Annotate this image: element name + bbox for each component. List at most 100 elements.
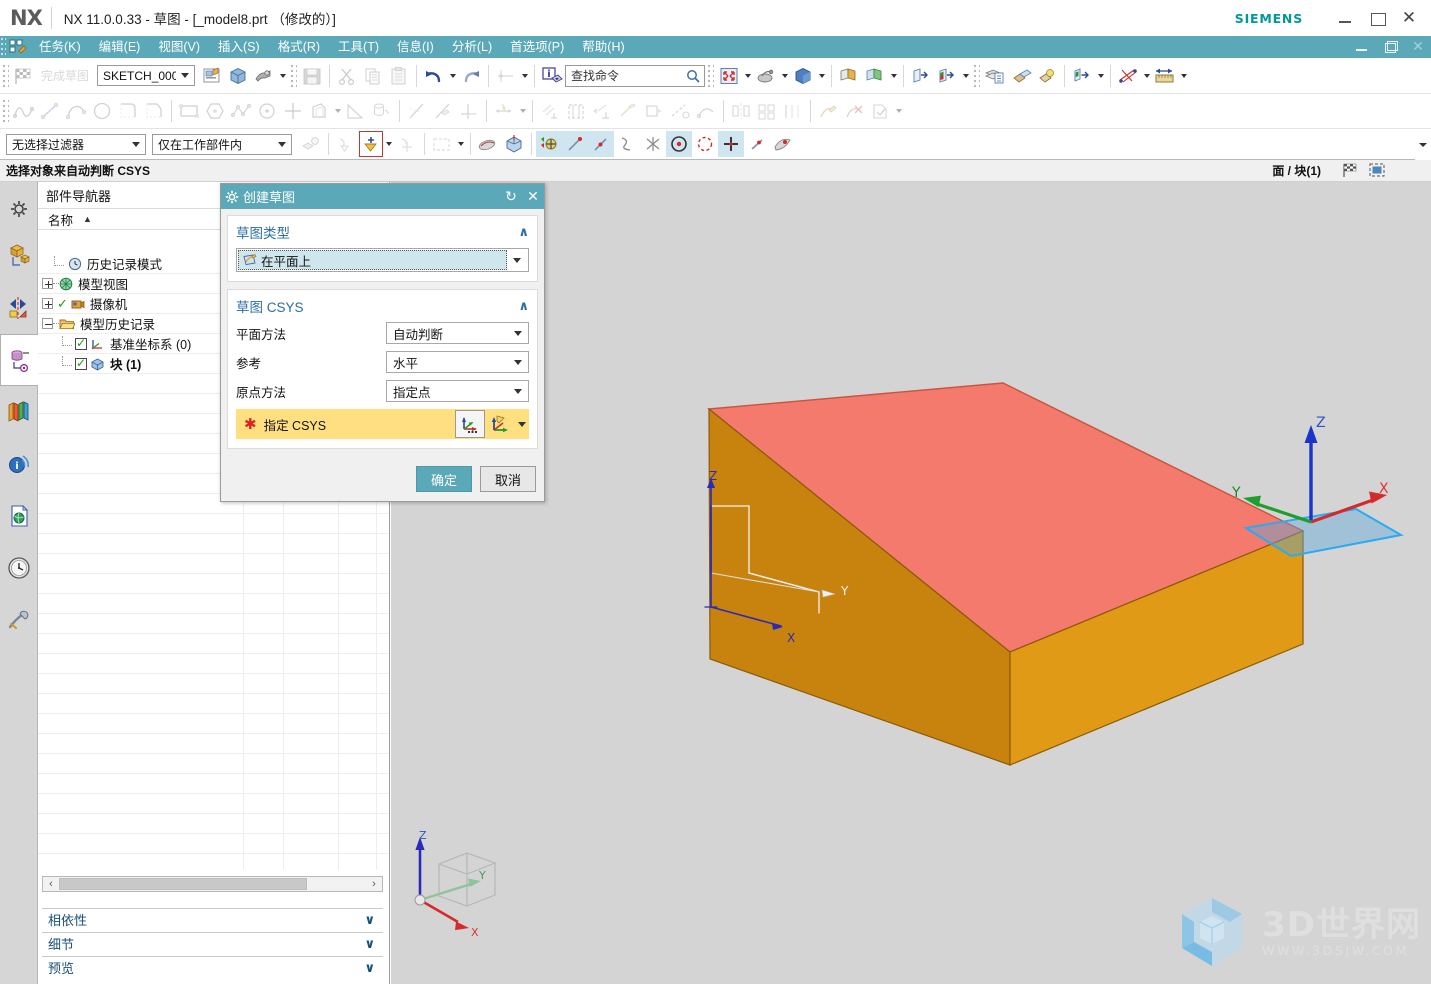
select-from-list-icon[interactable] [298,131,324,157]
menu-item-analysis[interactable]: 分析(L) [443,36,501,58]
table-row[interactable] [38,814,389,834]
chevron-down-icon[interactable] [519,63,530,89]
minimize-icon[interactable] [1337,10,1353,26]
cut-icon[interactable] [334,63,360,89]
chevron-down-icon[interactable] [455,131,466,157]
polygon-icon[interactable] [202,98,228,124]
menu-item-tools[interactable]: 工具(T) [329,36,388,58]
specify-csys-row[interactable]: ✱ 指定 CSYS [236,409,529,439]
close-icon[interactable]: ✕ [522,188,544,205]
table-row[interactable] [38,834,389,854]
circle-icon[interactable] [89,98,115,124]
snap-inferred-point-icon[interactable] [536,131,562,157]
project-curve-icon[interactable] [369,98,395,124]
resource-bar-part-navigator[interactable] [0,334,38,386]
select-csys-button[interactable] [455,410,485,438]
chevron-down-icon[interactable] [742,63,753,89]
derived-lines-icon[interactable] [780,98,806,124]
quick-trim-icon[interactable] [404,98,430,124]
geometric-constraint-icon[interactable] [537,98,563,124]
chevron-down-icon[interactable] [507,250,527,270]
ellipse-icon[interactable] [254,98,280,124]
resource-bar-reuse-library[interactable] [1,386,37,438]
table-row[interactable] [38,574,389,594]
graphics-viewport[interactable]: Z X Y Z X Y Z Y X 3D世界网 WWW.3DSJW.COM [391,182,1431,984]
sketch-in-task-environment-icon[interactable] [199,63,225,89]
chevron-down-icon[interactable] [277,63,288,89]
snap-endpoint-icon[interactable] [562,131,588,157]
trim-recipe-curve-icon[interactable] [343,98,369,124]
make-corner-icon[interactable] [456,98,482,124]
rectangle-select-icon[interactable] [429,131,455,157]
full-screen-icon[interactable] [1367,162,1387,181]
table-row[interactable] [38,634,389,654]
chevron-down-icon[interactable] [816,63,827,89]
resource-bar-constraint-navigator[interactable] [1,282,37,334]
line-icon[interactable] [37,98,63,124]
shaded-display-icon[interactable] [790,63,816,89]
document-close-icon[interactable]: ✕ [1411,40,1425,54]
table-row[interactable] [38,734,389,754]
chevron-down-icon[interactable] [508,389,528,394]
undo-icon[interactable] [421,63,447,89]
menu-item-view[interactable]: 视图(V) [149,36,209,58]
chamfer-icon[interactable] [141,98,167,124]
menu-item-preferences[interactable]: 首选项(P) [501,36,573,58]
chevron-down-icon[interactable] [273,135,291,154]
table-row[interactable] [38,754,389,774]
scrollbar-thumb[interactable] [59,878,307,890]
cancel-button[interactable]: 取消 [480,466,536,492]
toolbar-grip[interactable] [2,98,9,124]
scroll-right-icon[interactable]: › [366,877,382,891]
toolbar-grip[interactable] [707,62,715,89]
menu-item-insert[interactable]: 插入(S) [209,36,269,58]
selection-filter-combo[interactable]: 无选择过滤器 [6,133,146,155]
snap-midpoint-icon[interactable] [588,131,614,157]
menu-item-edit[interactable]: 编辑(E) [90,36,150,58]
edit-curve-icon[interactable] [815,98,841,124]
chevron-down-icon[interactable] [960,63,971,89]
chevron-down-icon[interactable] [893,98,904,124]
document-minimize-icon[interactable] [1355,40,1369,54]
table-row[interactable] [38,514,389,534]
auto-constrain-icon[interactable] [589,98,615,124]
show-only-icon[interactable] [934,63,960,89]
toolbar-grip[interactable] [2,62,9,89]
layer-settings-icon[interactable] [982,63,1008,89]
delete-curve-icon[interactable] [841,98,867,124]
alternate-solution-icon[interactable] [693,98,719,124]
sort-ascending-icon[interactable]: ▲ [83,214,92,224]
table-row[interactable] [38,534,389,554]
continuous-auto-dimension-icon[interactable] [615,98,641,124]
menu-item-task[interactable]: 任务(K) [30,36,90,58]
sketch-name-combo[interactable]: SKETCH_000 [97,65,196,86]
chevron-down-icon[interactable] [176,66,194,85]
orient-view-icon[interactable] [753,63,779,89]
document-restore-icon[interactable] [1383,40,1398,54]
table-row[interactable] [38,714,389,734]
chevron-down-icon[interactable]: ∨ [364,960,383,976]
chevron-down-icon[interactable] [383,131,394,157]
resource-bar-customization[interactable] [1,594,37,646]
visible-in-view-icon[interactable] [1069,63,1095,89]
chevron-down-icon[interactable] [515,422,529,427]
feature-checkbox[interactable] [75,336,87,350]
feature-checkbox[interactable] [75,356,87,370]
snap-quadrant-point-icon[interactable] [692,131,718,157]
table-row[interactable] [38,594,389,614]
copy-icon[interactable] [360,63,386,89]
scope-filter-combo[interactable]: 仅在工作部件内 [152,133,292,155]
dialog-title-bar[interactable]: 创建草图 ↻ ✕ [221,184,544,209]
rapid-dimension-icon[interactable] [491,98,517,124]
chevron-down-icon[interactable] [888,63,899,89]
fillet-icon[interactable] [115,98,141,124]
solid-model-icon[interactable] [225,63,251,89]
chevron-down-icon[interactable] [508,331,528,336]
chevron-down-icon[interactable]: ∨ [364,912,383,928]
snap-point-settings-icon[interactable] [394,131,420,157]
chevron-down-icon[interactable] [1095,63,1106,89]
finish-sketch-flag-icon[interactable] [1341,162,1359,181]
chevron-up-icon[interactable]: ∧ [518,224,529,240]
resource-bar-web-browser[interactable] [1,490,37,542]
chevron-down-icon[interactable] [517,98,528,124]
